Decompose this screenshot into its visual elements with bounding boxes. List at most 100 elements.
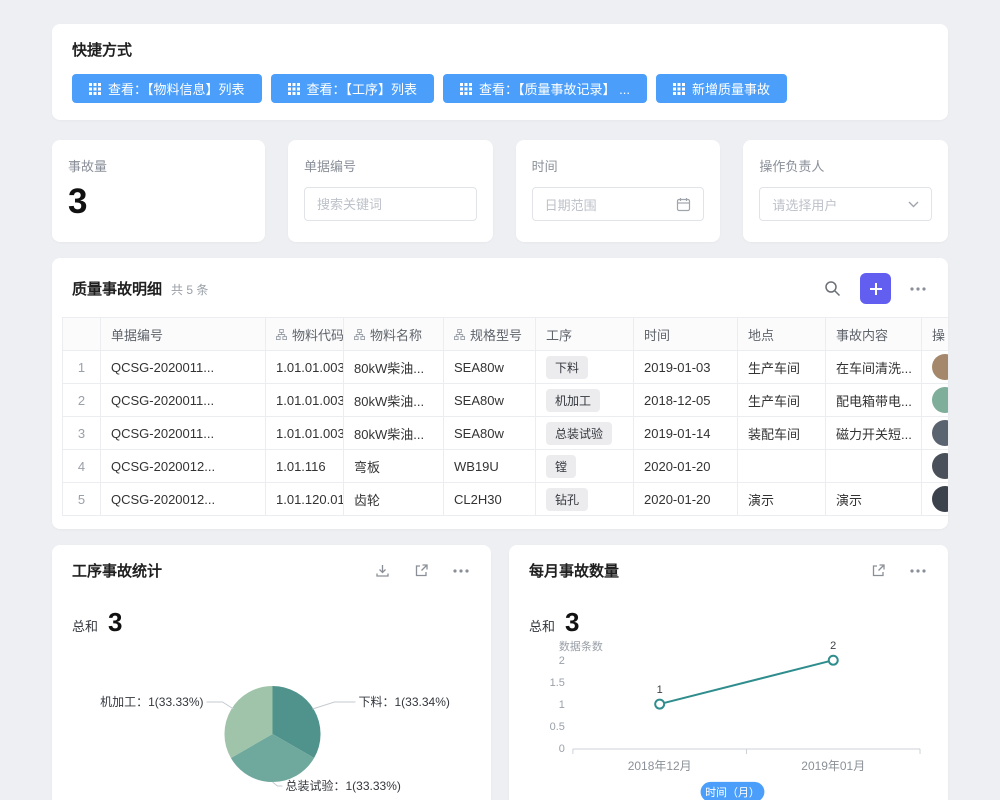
download-button[interactable]	[373, 561, 392, 580]
date-range-picker[interactable]: 日期范围	[532, 187, 705, 221]
x-tick-label: 2018年12月	[628, 759, 692, 773]
expand-button[interactable]	[412, 561, 431, 580]
cell-material-code[interactable]: 1.01.01.003	[266, 384, 344, 417]
view-quality-accident-records-button[interactable]: 查看：【质量事故记录】 ...	[443, 74, 647, 103]
shortcuts-card: 快捷方式 查看：【物料信息】列表 查看：【工序】列表 查看：【质量事故记录】 .…	[52, 24, 948, 120]
dashboard-page: 快捷方式 查看：【物料信息】列表 查看：【工序】列表 查看：【质量事故记录】 .…	[0, 0, 1000, 800]
more-icon	[910, 569, 926, 573]
filter-row: 事故量 3 单据编号 时间 日期范围 操作负责人 请选择用户	[52, 140, 948, 242]
cell-process[interactable]: 总装试验	[536, 417, 634, 450]
column-header-doc[interactable]: 单据编号	[101, 318, 266, 351]
cell-time[interactable]: 2020-01-20	[634, 450, 738, 483]
cell-doc[interactable]: QCSG-2020011...	[101, 384, 266, 417]
cell-time[interactable]: 2020-01-20	[634, 483, 738, 516]
cell-content[interactable]: 磁力开关短...	[826, 417, 922, 450]
cell-spec[interactable]: CL2H30	[444, 483, 536, 516]
cell-doc[interactable]: QCSG-2020011...	[101, 417, 266, 450]
cell-spec[interactable]: WB19U	[444, 450, 536, 483]
more-options-button[interactable]	[908, 567, 928, 575]
column-header-operator[interactable]: 操	[922, 318, 949, 351]
cell-time[interactable]: 2019-01-14	[634, 417, 738, 450]
column-header-process[interactable]: 工序	[536, 318, 634, 351]
column-header-content[interactable]: 事故内容	[826, 318, 922, 351]
table-row[interactable]: 4 QCSG-2020012... 1.01.116 弯板 WB19U 镗 20…	[63, 450, 949, 483]
view-material-info-list-button[interactable]: 查看：【物料信息】列表	[72, 74, 262, 103]
search-button[interactable]	[822, 278, 843, 299]
expand-button[interactable]	[869, 561, 888, 580]
cell-place[interactable]: 生产车间	[738, 384, 826, 417]
cell-content[interactable]	[826, 450, 922, 483]
cell-material-code[interactable]: 1.01.01.003	[266, 417, 344, 450]
column-header-place[interactable]: 地点	[738, 318, 826, 351]
cell-doc[interactable]: QCSG-2020012...	[101, 483, 266, 516]
data-line	[660, 660, 834, 704]
more-options-button[interactable]	[908, 285, 928, 293]
cell-material-name[interactable]: 80kW柴油...	[344, 351, 444, 384]
cell-doc[interactable]: QCSG-2020012...	[101, 450, 266, 483]
cell-index: 4	[63, 450, 101, 483]
cell-spec[interactable]: SEA80w	[444, 417, 536, 450]
table-row[interactable]: 5 QCSG-2020012... 1.01.120.01 齿轮 CL2H30 …	[63, 483, 949, 516]
doc-number-label: 单据编号	[304, 156, 477, 175]
user-select[interactable]: 请选择用户	[759, 187, 932, 221]
cell-time[interactable]: 2019-01-03	[634, 351, 738, 384]
data-point-1[interactable]	[655, 700, 664, 709]
cell-index: 5	[63, 483, 101, 516]
table-row[interactable]: 1 QCSG-2020011... 1.01.01.003 80kW柴油... …	[63, 351, 949, 384]
view-process-list-button[interactable]: 查看：【工序】列表	[271, 74, 435, 103]
table-row[interactable]: 2 QCSG-2020011... 1.01.01.003 80kW柴油... …	[63, 384, 949, 417]
pie-chart: 机加工：1(33.33%) 下料：1(33.34%) 总装试验：1(33.33%…	[72, 640, 471, 800]
cell-process[interactable]: 钻孔	[536, 483, 634, 516]
relation-icon	[454, 329, 465, 340]
table-row[interactable]: 3 QCSG-2020011... 1.01.01.003 80kW柴油... …	[63, 417, 949, 450]
cell-material-code[interactable]: 1.01.01.003	[266, 351, 344, 384]
more-options-button[interactable]	[451, 567, 471, 575]
doc-number-search-input[interactable]	[304, 187, 477, 221]
cell-operator[interactable]	[922, 483, 949, 516]
cell-content[interactable]: 在车间清洗...	[826, 351, 922, 384]
cell-material-name[interactable]: 80kW柴油...	[344, 417, 444, 450]
column-header-material-code[interactable]: 物料代码	[266, 318, 344, 351]
cell-operator[interactable]	[922, 351, 949, 384]
cell-content[interactable]: 演示	[826, 483, 922, 516]
button-label: 查看：【质量事故记录】 ...	[479, 79, 630, 98]
shortcuts-title: 快捷方式	[72, 39, 928, 60]
cell-process[interactable]: 镗	[536, 450, 634, 483]
add-quality-accident-button[interactable]: 新增质量事故	[656, 74, 787, 103]
x-tick-label: 2019年01月	[801, 759, 865, 773]
cell-spec[interactable]: SEA80w	[444, 384, 536, 417]
cell-operator[interactable]	[922, 450, 949, 483]
column-label: 时间	[644, 325, 670, 344]
cell-time[interactable]: 2018-12-05	[634, 384, 738, 417]
cell-spec[interactable]: SEA80w	[444, 351, 536, 384]
operator-filter-card: 操作负责人 请选择用户	[743, 140, 948, 242]
cell-material-code[interactable]: 1.01.116	[266, 450, 344, 483]
data-point-2[interactable]	[829, 656, 838, 665]
pie-chart-title: 工序事故统计	[72, 560, 162, 581]
cell-operator[interactable]	[922, 384, 949, 417]
cell-process[interactable]: 机加工	[536, 384, 634, 417]
cell-material-name[interactable]: 80kW柴油...	[344, 384, 444, 417]
cell-material-name[interactable]: 弯板	[344, 450, 444, 483]
cell-material-code[interactable]: 1.01.120.01	[266, 483, 344, 516]
table-scroll-area[interactable]: 单据编号 物料代码 物料名称 规格型号 工序 时间 地点 事故内容 操 1 QC	[62, 317, 948, 516]
cell-place[interactable]: 演示	[738, 483, 826, 516]
cell-process[interactable]: 下料	[536, 351, 634, 384]
cell-place[interactable]	[738, 450, 826, 483]
avatar	[932, 453, 948, 479]
add-record-button[interactable]	[860, 273, 891, 304]
accident-count-label: 事故量	[68, 156, 249, 175]
column-header-spec[interactable]: 规格型号	[444, 318, 536, 351]
column-header-material-name[interactable]: 物料名称	[344, 318, 444, 351]
user-select-placeholder: 请选择用户	[772, 195, 837, 214]
cell-content[interactable]: 配电箱带电...	[826, 384, 922, 417]
cell-doc[interactable]: QCSG-2020011...	[101, 351, 266, 384]
cell-operator[interactable]	[922, 417, 949, 450]
cell-place[interactable]: 装配车间	[738, 417, 826, 450]
cell-place[interactable]: 生产车间	[738, 351, 826, 384]
line-chart: 数据条数 2 1.5 1 0.5 0 1 2 2018年12月 2019年01月	[529, 640, 928, 800]
relation-icon	[354, 329, 365, 340]
cell-material-name[interactable]: 齿轮	[344, 483, 444, 516]
column-label: 操	[932, 325, 945, 344]
column-header-time[interactable]: 时间	[634, 318, 738, 351]
